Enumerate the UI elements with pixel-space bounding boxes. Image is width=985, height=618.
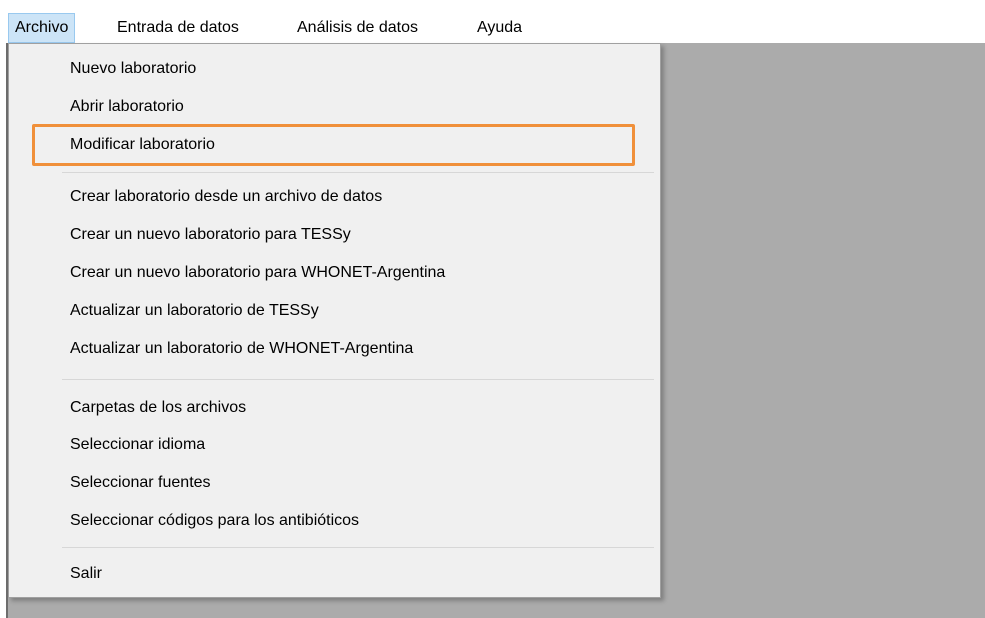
archivo-dropdown-menu: Nuevo laboratorio Abrir laboratorio Modi… [8,43,661,598]
menu-entrada-de-datos[interactable]: Entrada de datos [111,13,245,43]
menu-archivo[interactable]: Archivo [8,13,76,43]
menu-item-salir[interactable]: Salir [9,556,660,592]
menu-separator [62,547,654,548]
highlight-annotation [32,124,635,166]
menu-item-seleccionar-idioma[interactable]: Seleccionar idioma [9,427,660,463]
menu-item-carpetas-archivos[interactable]: Carpetas de los archivos [9,390,660,426]
menu-item-seleccionar-fuentes[interactable]: Seleccionar fuentes [9,465,660,501]
menu-item-crear-laboratorio-whonet-argentina[interactable]: Crear un nuevo laboratorio para WHONET-A… [9,255,660,291]
menu-item-crear-laboratorio-desde-archivo[interactable]: Crear laboratorio desde un archivo de da… [9,179,660,215]
menu-item-crear-laboratorio-tessy[interactable]: Crear un nuevo laboratorio para TESSy [9,217,660,253]
menu-ayuda[interactable]: Ayuda [471,13,528,43]
menu-item-abrir-laboratorio[interactable]: Abrir laboratorio [9,89,660,125]
workspace-left-border [0,43,8,618]
menu-separator [62,379,654,380]
menu-item-nuevo-laboratorio[interactable]: Nuevo laboratorio [9,51,660,87]
menu-bar: Archivo Entrada de datos Análisis de dat… [0,0,985,43]
menu-item-seleccionar-codigos-antibioticos[interactable]: Seleccionar códigos para los antibiótico… [9,503,660,539]
menu-item-actualizar-laboratorio-tessy[interactable]: Actualizar un laboratorio de TESSy [9,293,660,329]
menu-analisis-de-datos[interactable]: Análisis de datos [291,13,424,43]
menu-item-actualizar-laboratorio-whonet-argentina[interactable]: Actualizar un laboratorio de WHONET-Arge… [9,331,660,367]
menu-separator [62,172,654,173]
